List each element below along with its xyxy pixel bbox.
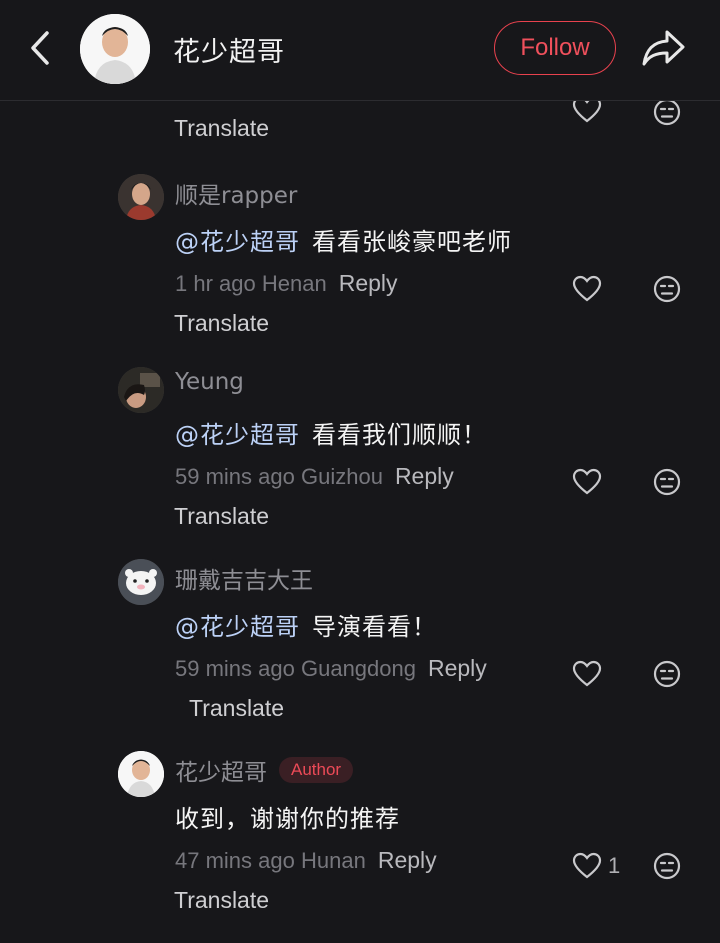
like-button[interactable] (572, 467, 608, 497)
commenter-username[interactable]: 花少超哥 Author (175, 753, 354, 787)
like-button[interactable] (572, 274, 608, 304)
comment-body: 看看我们顺顺！ (312, 421, 487, 449)
comment-text: @花少超哥 看看我们顺顺！ (175, 415, 487, 450)
comment-location: Henan (261, 271, 327, 296)
comment-location: Hunan (300, 848, 366, 873)
commenter-username[interactable]: 珊戴吉吉大王 (175, 561, 313, 595)
follow-button[interactable]: Follow (494, 21, 616, 75)
comment-text: @花少超哥 看看张峻豪吧老师 (175, 222, 512, 257)
like-button[interactable] (572, 659, 608, 689)
dislike-face-icon[interactable] (653, 660, 681, 688)
mention-link[interactable]: @花少超哥 (175, 228, 300, 256)
like-button[interactable]: 1 (572, 851, 620, 881)
mention-link[interactable]: @花少超哥 (175, 421, 300, 449)
commenter-avatar[interactable] (118, 559, 164, 605)
comment-item: Yeung @花少超哥 看看我们顺顺！ 59 mins ago Guizhou Re… (0, 367, 720, 559)
translate-button[interactable]: Translate (189, 695, 284, 722)
profile-name: 花少超哥 (173, 37, 285, 68)
mention-link[interactable]: @花少超哥 (175, 613, 300, 641)
comment-body: 收到，谢谢你的推荐 (175, 805, 400, 833)
share-arrow-icon (642, 30, 685, 66)
dislike-face-icon[interactable] (653, 98, 681, 126)
like-count: 1 (608, 853, 621, 878)
comment-time: 1 hr ago (175, 271, 256, 296)
reply-button[interactable]: Reply (428, 655, 487, 681)
comment-list: Translate 顺是rapper @花少超哥 看看张峻豪吧老师 1 hr ag… (0, 0, 720, 930)
translate-button[interactable]: Translate (174, 503, 269, 530)
share-button[interactable] (640, 26, 688, 70)
comment-location: Guangdong (300, 656, 416, 681)
commenter-avatar[interactable] (118, 367, 164, 413)
profile-avatar[interactable] (80, 14, 150, 84)
commenter-username[interactable]: Yeung (175, 369, 244, 395)
comment-text: @花少超哥 导演看看！ (175, 607, 437, 642)
profile-header: 花少超哥 Follow (0, 0, 720, 101)
comment-meta: 59 mins ago Guizhou Reply (175, 463, 454, 490)
commenter-avatar[interactable] (118, 174, 164, 220)
translate-button[interactable]: Translate (174, 115, 269, 142)
reply-button[interactable]: Reply (339, 270, 398, 296)
comment-text: 收到，谢谢你的推荐 (175, 799, 400, 834)
comment-time: 59 mins ago (175, 464, 295, 489)
comment-item: 珊戴吉吉大王 @花少超哥 导演看看！ 59 mins ago Guangdong R… (0, 559, 720, 751)
translate-button[interactable]: Translate (174, 887, 269, 914)
comment-time: 59 mins ago (175, 656, 295, 681)
chevron-left-icon (31, 31, 49, 65)
comment-meta: 47 mins ago Hunan Reply (175, 847, 437, 874)
comment-item: 顺是rapper @花少超哥 看看张峻豪吧老师 1 hr ago Henan Rep… (0, 174, 720, 366)
reply-button[interactable]: Reply (395, 463, 454, 489)
comment-body: 看看张峻豪吧老师 (312, 228, 512, 256)
heart-icon (572, 852, 602, 879)
back-button[interactable] (20, 26, 60, 70)
dislike-face-icon[interactable] (653, 275, 681, 303)
heart-icon (572, 468, 602, 495)
username-text[interactable]: Yeung (175, 369, 244, 395)
commenter-username[interactable]: 顺是rapper (175, 176, 297, 210)
dislike-face-icon[interactable] (653, 852, 681, 880)
comment-location: Guizhou (300, 464, 383, 489)
comment-meta: 1 hr ago Henan Reply (175, 270, 398, 297)
comment-meta: 59 mins ago Guangdong Reply (175, 655, 487, 682)
author-badge: Author (279, 757, 354, 783)
username-text[interactable]: 顺是rapper (175, 176, 297, 210)
comment-body: 导演看看！ (312, 613, 437, 641)
translate-button[interactable]: Translate (174, 310, 269, 337)
username-text[interactable]: 珊戴吉吉大王 (175, 561, 313, 595)
reply-button[interactable]: Reply (378, 847, 437, 873)
username-text[interactable]: 花少超哥 (175, 753, 267, 787)
commenter-avatar[interactable] (118, 751, 164, 797)
heart-icon (572, 275, 602, 302)
comment-item: 花少超哥 Author 收到，谢谢你的推荐 47 mins ago Hunan Re… (0, 751, 720, 943)
comment-time: 47 mins ago (175, 848, 295, 873)
dislike-face-icon[interactable] (653, 468, 681, 496)
heart-icon (572, 660, 602, 687)
